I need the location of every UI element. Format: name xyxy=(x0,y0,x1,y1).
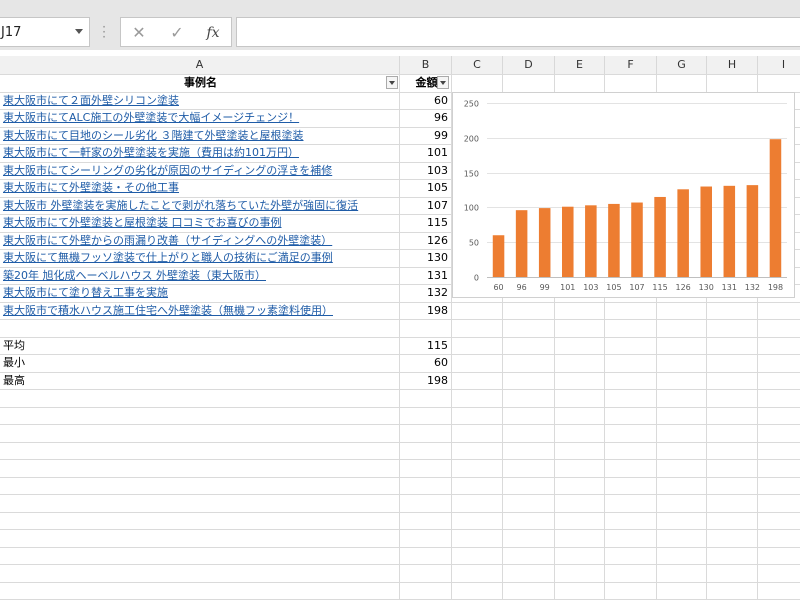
chart-object[interactable]: 0 50 100 150 200 250 60 96 99 101 103 105 107 115 126 1… xyxy=(452,92,795,298)
name-box[interactable]: J17 xyxy=(0,17,90,47)
amount-cell[interactable]: 96 xyxy=(403,109,450,126)
amount-cell[interactable]: 101 xyxy=(403,144,450,161)
case-link[interactable]: 東大阪市にて目地のシール劣化 ３階建て外壁塗装と屋根塗装 xyxy=(3,127,398,144)
amount-cell[interactable]: 132 xyxy=(403,284,450,301)
x-tick-label: 126 xyxy=(676,283,691,292)
x-tick-label: 130 xyxy=(699,283,714,292)
chevron-down-icon[interactable] xyxy=(75,29,83,34)
x-tick-label: 99 xyxy=(540,283,550,292)
cancel-icon[interactable]: ✕ xyxy=(127,22,151,44)
case-link[interactable]: 東大阪市にて外壁塗装・その他工事 xyxy=(3,179,398,196)
y-tick-label: 200 xyxy=(464,135,479,144)
chart-bar[interactable] xyxy=(515,210,528,277)
column-header-a[interactable]: A xyxy=(0,56,400,74)
ribbon-area xyxy=(0,0,800,17)
stat-value[interactable]: 60 xyxy=(403,354,450,371)
column-header-i[interactable]: I xyxy=(758,56,800,74)
case-link[interactable]: 東大阪市にて塗り替え工事を実施 xyxy=(3,284,398,301)
chart-bar[interactable] xyxy=(654,196,666,277)
x-tick-label: 103 xyxy=(583,283,598,292)
case-link[interactable]: 東大阪市で積水ハウス施工住宅へ外壁塗装（無機フッ素塗料使用） xyxy=(3,302,398,319)
case-link[interactable]: 東大阪市にて２面外壁シリコン塗装 xyxy=(3,92,398,109)
column-header-b[interactable]: B xyxy=(400,56,452,74)
y-tick-label: 0 xyxy=(474,274,479,283)
formula-input[interactable] xyxy=(236,17,800,47)
case-link[interactable]: 東大阪市にて外壁からの雨漏り改善（サイディングへの外壁塗装） xyxy=(3,232,398,249)
x-tick-label: 115 xyxy=(652,283,667,292)
x-tick-label: 132 xyxy=(745,283,760,292)
x-tick-label: 107 xyxy=(629,283,644,292)
chart-bar[interactable] xyxy=(562,206,574,277)
chart-bar[interactable] xyxy=(769,139,782,277)
case-link[interactable]: 東大阪にて無機フッソ塗装で仕上がりと職人の技術にご満足の事例 xyxy=(3,249,398,266)
amount-cell[interactable]: 105 xyxy=(403,179,450,196)
x-tick-label: 105 xyxy=(606,283,621,292)
case-link[interactable]: 東大阪市にてALC施工の外壁塗装で大幅イメージチェンジ！ xyxy=(3,109,398,126)
column-header-d[interactable]: D xyxy=(503,56,555,74)
formula-buttons: ✕ ✓ fx xyxy=(120,17,232,47)
x-tick-label: 101 xyxy=(560,283,575,292)
amount-cell[interactable]: 131 xyxy=(403,267,450,284)
filter-dropdown-icon[interactable] xyxy=(386,76,398,89)
x-tick-label: 131 xyxy=(722,283,737,292)
amount-cell[interactable]: 107 xyxy=(403,197,450,214)
insert-function-icon[interactable]: fx xyxy=(201,22,225,44)
amount-cell[interactable]: 126 xyxy=(403,232,450,249)
column-header-g[interactable]: G xyxy=(657,56,707,74)
x-tick-label: 60 xyxy=(493,283,503,292)
amount-cell[interactable]: 198 xyxy=(403,302,450,319)
name-box-value: J17 xyxy=(1,25,22,40)
column-header-f[interactable]: F xyxy=(605,56,657,74)
column-header-c[interactable]: C xyxy=(452,56,503,74)
y-tick-label: 250 xyxy=(464,100,479,109)
chart-bar[interactable] xyxy=(585,205,597,277)
amount-cell[interactable]: 60 xyxy=(403,92,450,109)
case-link[interactable]: 東大阪市 外壁塗装を実施したことで剥がれ落ちていた外壁が強固に復活 xyxy=(3,197,398,214)
chart-bar[interactable] xyxy=(746,185,759,277)
formula-bar: J17 · · · ✕ ✓ fx xyxy=(0,17,800,50)
chart-bar[interactable] xyxy=(538,208,551,277)
chart-bar[interactable] xyxy=(723,185,736,277)
amount-cell[interactable]: 115 xyxy=(403,214,450,231)
y-tick-label: 50 xyxy=(469,239,479,248)
stat-value[interactable]: 198 xyxy=(403,372,450,389)
column-header-e[interactable]: E xyxy=(555,56,605,74)
y-tick-label: 150 xyxy=(464,170,479,179)
chart-bar[interactable] xyxy=(631,202,643,277)
chart-bar[interactable] xyxy=(492,235,505,277)
header-case-name: 事例名 xyxy=(184,76,217,89)
amount-cell[interactable]: 130 xyxy=(403,249,450,266)
chart-bar[interactable] xyxy=(700,186,712,277)
chevron-down-icon xyxy=(389,81,395,85)
stat-value[interactable]: 115 xyxy=(403,337,450,354)
case-link[interactable]: 東大阪市にてシーリングの劣化が原因のサイディングの浮きを補修 xyxy=(3,162,398,179)
stat-label[interactable]: 最小 xyxy=(3,354,398,371)
x-tick-label: 96 xyxy=(517,283,527,292)
y-tick-label: 100 xyxy=(464,204,479,213)
chart-bar[interactable] xyxy=(677,189,689,277)
column-header-h[interactable]: H xyxy=(707,56,758,74)
bar-chart: 0 50 100 150 200 250 60 96 99 101 103 105 107 115 126 1… xyxy=(464,100,787,292)
sort-filter-icon[interactable] xyxy=(437,76,449,89)
case-link[interactable]: 築20年 旭化成ヘーベルハウス 外壁塗装（東大阪市） xyxy=(3,267,398,284)
amount-cell[interactable]: 99 xyxy=(403,127,450,144)
x-tick-label: 198 xyxy=(768,283,783,292)
case-link[interactable]: 東大阪市にて外壁塗装と屋根塗装 口コミでお喜びの事例 xyxy=(3,214,398,231)
amount-cell[interactable]: 103 xyxy=(403,162,450,179)
check-icon[interactable]: ✓ xyxy=(165,22,189,44)
stat-label[interactable]: 最高 xyxy=(3,372,398,389)
more-vertical-icon[interactable]: · · · xyxy=(100,21,108,43)
column-headers: ABCDEFGHI xyxy=(0,56,800,75)
chart-bar[interactable] xyxy=(608,203,620,277)
chevron-down-icon xyxy=(440,81,446,85)
stat-label[interactable]: 平均 xyxy=(3,337,398,354)
case-link[interactable]: 東大阪市にて一軒家の外壁塗装を実施（費用は約101万円） xyxy=(3,144,398,161)
